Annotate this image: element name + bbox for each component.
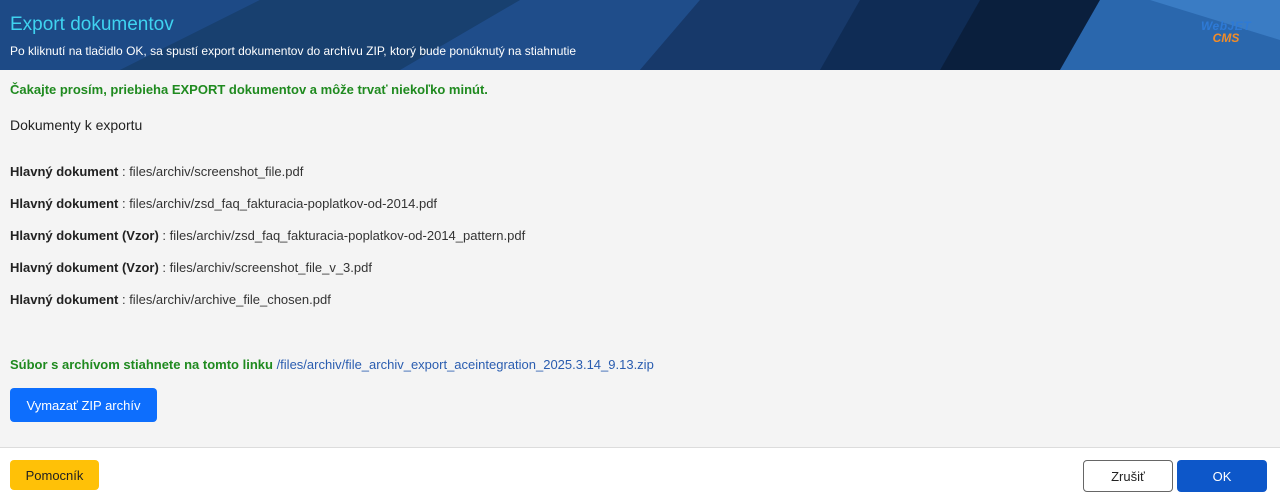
- document-label: Hlavný dokument: [10, 164, 119, 179]
- download-label: Súbor s archívom stiahnete na tomto link…: [10, 357, 273, 372]
- document-path: : files/archiv/screenshot_file_v_3.pdf: [158, 260, 372, 275]
- dialog-title: Export dokumentov: [10, 14, 174, 35]
- logo-text-cms: CMS: [1212, 31, 1240, 45]
- help-button[interactable]: Pomocník: [10, 460, 99, 490]
- section-title: Dokumenty k exportu: [10, 117, 143, 133]
- document-list: Hlavný dokument : files/archiv/screensho…: [10, 164, 525, 324]
- delete-zip-button[interactable]: Vymazať ZIP archív: [10, 388, 157, 422]
- document-label: Hlavný dokument: [10, 196, 119, 211]
- document-path: : files/archiv/zsd_faq_fakturacia-poplat…: [118, 196, 438, 211]
- document-item: Hlavný dokument : files/archiv/archive_f…: [10, 292, 525, 324]
- ok-button[interactable]: OK: [1177, 460, 1267, 492]
- document-item: Hlavný dokument (Vzor) : files/archiv/sc…: [10, 260, 525, 292]
- dialog-header: Export dokumentov Po kliknutí na tlačidl…: [0, 0, 1280, 70]
- document-label: Hlavný dokument: [10, 292, 119, 307]
- document-label: Hlavný dokument (Vzor): [10, 228, 159, 243]
- document-path: : files/archiv/screenshot_file.pdf: [118, 164, 304, 179]
- document-path: : files/archiv/zsd_faq_fakturacia-poplat…: [158, 228, 526, 243]
- webjet-logo: WebJET CMS: [1196, 20, 1256, 48]
- document-item: Hlavný dokument : files/archiv/zsd_faq_f…: [10, 196, 525, 228]
- document-label: Hlavný dokument (Vzor): [10, 260, 159, 275]
- header-background: [0, 0, 1280, 70]
- dialog-subtitle: Po kliknutí na tlačidlo OK, sa spustí ex…: [10, 44, 577, 58]
- download-line: Súbor s archívom stiahnete na tomto link…: [10, 357, 654, 372]
- wait-message: Čakajte prosím, priebieha EXPORT dokumen…: [10, 82, 488, 97]
- download-link[interactable]: /files/archiv/file_archiv_export_aceinte…: [277, 357, 654, 372]
- document-path: : files/archiv/archive_file_chosen.pdf: [118, 292, 331, 307]
- dialog-footer: Pomocník Zrušiť OK: [0, 447, 1280, 501]
- cancel-button[interactable]: Zrušiť: [1083, 460, 1173, 492]
- document-item: Hlavný dokument (Vzor) : files/archiv/zs…: [10, 228, 525, 260]
- document-item: Hlavný dokument : files/archiv/screensho…: [10, 164, 525, 196]
